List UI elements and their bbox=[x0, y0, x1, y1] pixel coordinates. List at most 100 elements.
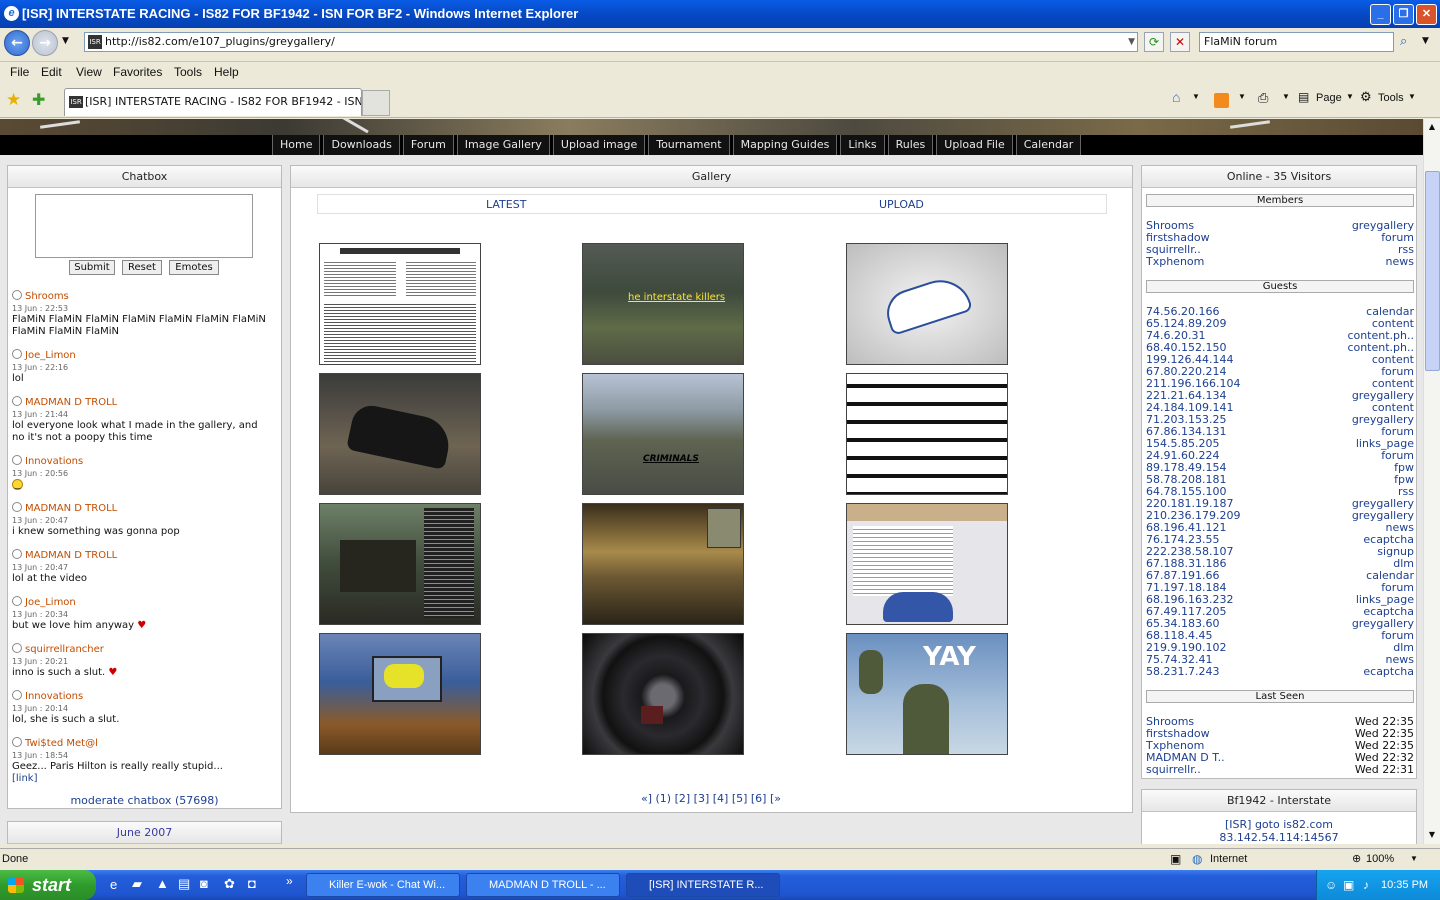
guest-row-name[interactable]: 58.231.7.243 bbox=[1146, 666, 1219, 678]
quicklaunch-app-icon[interactable]: ▤ bbox=[178, 876, 190, 892]
scroll-thumb[interactable] bbox=[1425, 171, 1440, 371]
nav-image-gallery[interactable]: Image Gallery bbox=[456, 135, 550, 155]
taskbar-window[interactable]: Killer E-wok - Chat Wi... bbox=[306, 873, 460, 897]
forward-button[interactable]: → bbox=[32, 30, 58, 56]
quicklaunch-app-icon[interactable]: ◘ bbox=[248, 876, 256, 891]
menu-help[interactable]: Help bbox=[214, 65, 239, 79]
search-icon[interactable]: ⌕ bbox=[1400, 34, 1407, 49]
tools-menu-button[interactable]: Tools bbox=[1378, 92, 1404, 104]
lastseen-row-name[interactable]: squirrellr.. bbox=[1146, 764, 1201, 776]
nav-calendar[interactable]: Calendar bbox=[1015, 135, 1082, 155]
nav-tournament[interactable]: Tournament bbox=[648, 135, 730, 155]
chat-username[interactable]: squirrellrancher bbox=[12, 643, 272, 656]
taskbar-window-active[interactable]: [ISR] INTERSTATE R... bbox=[626, 873, 780, 897]
tab-upload[interactable]: UPLOAD bbox=[879, 198, 924, 211]
page-menu-button[interactable]: Page bbox=[1316, 92, 1342, 104]
zoom-dropdown-icon[interactable]: ▼ bbox=[1410, 854, 1418, 863]
gallery-thumbnail[interactable] bbox=[582, 503, 744, 625]
menu-tools[interactable]: Tools bbox=[174, 65, 202, 79]
chat-link[interactable]: [link] bbox=[12, 773, 272, 785]
quicklaunch-app-icon[interactable]: ✿ bbox=[224, 876, 235, 892]
chat-submit-button[interactable]: Submit bbox=[69, 260, 115, 275]
refresh-icon[interactable]: ⟳ bbox=[1144, 32, 1164, 52]
chat-username[interactable]: Innovations bbox=[12, 455, 272, 468]
menu-edit[interactable]: Edit bbox=[41, 65, 62, 79]
quicklaunch-folder-icon[interactable]: ▰ bbox=[132, 876, 142, 892]
nav-upload-image[interactable]: Upload image bbox=[552, 135, 646, 155]
volume-icon[interactable]: ♪ bbox=[1363, 870, 1369, 900]
new-tab-button[interactable] bbox=[362, 90, 390, 116]
chat-username[interactable]: MADMAN D TROLL bbox=[12, 396, 272, 409]
zoom-level[interactable]: 100% bbox=[1366, 853, 1394, 865]
moderate-chatbox-link[interactable]: moderate chatbox (57698) bbox=[8, 794, 281, 807]
feed-dropdown-icon[interactable]: ▼ bbox=[1238, 92, 1246, 101]
chat-username[interactable]: MADMAN D TROLL bbox=[12, 502, 272, 515]
calendar-title[interactable]: June 2007 bbox=[8, 822, 281, 844]
chat-username[interactable]: MADMAN D TROLL bbox=[12, 549, 272, 562]
tray-icon[interactable]: ▣ bbox=[1343, 870, 1354, 900]
chat-username[interactable]: Twi$ted Met@l bbox=[12, 737, 272, 750]
address-dropdown-icon[interactable]: ▼ bbox=[1128, 33, 1135, 51]
search-options-icon[interactable]: ▼ bbox=[1422, 36, 1429, 46]
gallery-thumbnail[interactable] bbox=[319, 633, 481, 755]
stop-icon[interactable]: ✕ bbox=[1170, 32, 1190, 52]
tools-dropdown-icon[interactable]: ▼ bbox=[1408, 92, 1416, 101]
minimize-button[interactable]: _ bbox=[1370, 4, 1391, 25]
history-dropdown-icon[interactable]: ▼ bbox=[62, 36, 69, 46]
menu-favorites[interactable]: Favorites bbox=[113, 65, 162, 79]
gallery-thumbnail[interactable] bbox=[846, 503, 1008, 625]
search-input[interactable]: FlaMiN forum bbox=[1199, 32, 1394, 52]
gallery-thumbnail[interactable]: YAY bbox=[846, 633, 1008, 755]
server-line2[interactable]: 83.142.54.114:14567 bbox=[1142, 831, 1416, 844]
nav-mapping-guides[interactable]: Mapping Guides bbox=[732, 135, 838, 155]
nav-home[interactable]: Home bbox=[272, 135, 321, 155]
back-button[interactable]: ← bbox=[4, 30, 30, 56]
gallery-thumbnail[interactable] bbox=[846, 373, 1008, 495]
nav-downloads[interactable]: Downloads bbox=[323, 135, 400, 155]
quicklaunch-ie-icon[interactable]: e bbox=[110, 877, 117, 892]
member-row-value[interactable]: news bbox=[1386, 256, 1414, 268]
server-line1[interactable]: [ISR] goto is82.com bbox=[1142, 818, 1416, 831]
chat-emotes-button[interactable]: Emotes bbox=[169, 260, 219, 275]
gallery-thumbnail[interactable] bbox=[319, 243, 481, 365]
chat-username[interactable]: Shrooms bbox=[12, 290, 272, 303]
browser-tab-active[interactable]: ISR [ISR] INTERSTATE RACING - IS82 FOR B… bbox=[64, 88, 362, 116]
page-dropdown-icon[interactable]: ▼ bbox=[1346, 92, 1354, 101]
menu-view[interactable]: View bbox=[76, 65, 102, 79]
start-button[interactable]: start bbox=[0, 870, 96, 900]
quicklaunch-more-icon[interactable]: » bbox=[286, 874, 293, 888]
home-dropdown-icon[interactable]: ▼ bbox=[1192, 92, 1200, 101]
scroll-up-icon[interactable]: ▲ bbox=[1424, 119, 1440, 135]
chat-message-input[interactable] bbox=[35, 194, 253, 258]
tray-icon[interactable]: ☺ bbox=[1325, 870, 1337, 900]
favorites-star-icon[interactable]: ★ bbox=[6, 90, 21, 110]
home-icon[interactable]: ⌂ bbox=[1172, 89, 1180, 105]
print-dropdown-icon[interactable]: ▼ bbox=[1282, 92, 1290, 101]
gallery-thumbnail[interactable] bbox=[319, 373, 481, 495]
close-window-button[interactable]: ✕ bbox=[1416, 4, 1437, 25]
quicklaunch-app-icon[interactable]: ▲ bbox=[156, 876, 169, 891]
tab-latest[interactable]: LATEST bbox=[486, 198, 526, 211]
gallery-thumbnail[interactable]: CRIMINALS bbox=[582, 373, 744, 495]
gallery-thumbnail[interactable]: he interstate killers bbox=[582, 243, 744, 365]
chat-username[interactable]: Joe_Limon bbox=[12, 349, 272, 362]
address-input[interactable]: ISR http://is82.com/e107_plugins/greygal… bbox=[84, 32, 1138, 52]
scroll-down-icon[interactable]: ▼ bbox=[1424, 827, 1440, 843]
print-icon[interactable]: ⎙ bbox=[1258, 90, 1268, 106]
gallery-thumbnail[interactable] bbox=[846, 243, 1008, 365]
nav-rules[interactable]: Rules bbox=[887, 135, 934, 155]
gallery-thumbnail[interactable] bbox=[582, 633, 744, 755]
taskbar-window[interactable]: MADMAN D TROLL - ... bbox=[466, 873, 620, 897]
add-favorite-icon[interactable]: ✚ bbox=[32, 90, 45, 109]
nav-links[interactable]: Links bbox=[840, 135, 885, 155]
member-row-name[interactable]: Txphenom bbox=[1146, 256, 1204, 268]
guest-row-value[interactable]: ecaptcha bbox=[1363, 666, 1414, 678]
menu-file[interactable]: File bbox=[10, 65, 29, 79]
rss-feed-icon[interactable] bbox=[1214, 93, 1229, 108]
page-scrollbar[interactable]: ▲ ▼ bbox=[1423, 119, 1440, 844]
chat-username[interactable]: Innovations bbox=[12, 690, 272, 703]
chat-reset-button[interactable]: Reset bbox=[122, 260, 162, 275]
nav-upload-file[interactable]: Upload File bbox=[936, 135, 1013, 155]
gallery-pagination[interactable]: «] (1) [2] [3] [4] [5] [6] [» bbox=[291, 792, 1131, 805]
maximize-button[interactable]: ❐ bbox=[1393, 4, 1414, 25]
